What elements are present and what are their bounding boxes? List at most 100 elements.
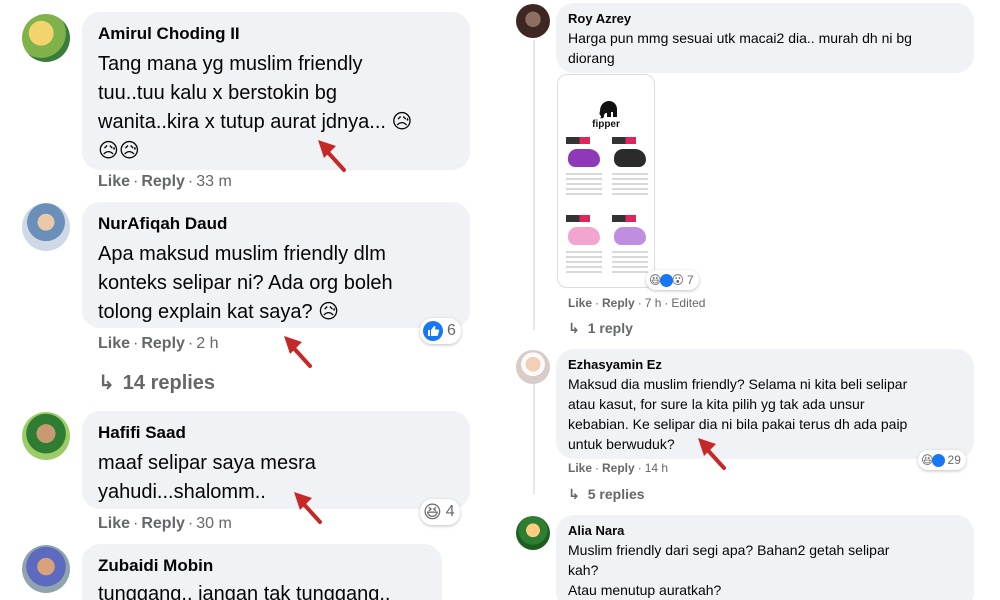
reaction-count: 7	[687, 273, 694, 287]
comment-actions: Like · Reply · 2 h	[98, 335, 219, 352]
black-sandal	[614, 149, 646, 167]
product-tag	[612, 215, 646, 222]
comment-author[interactable]: Ezhasyamin Ez	[568, 357, 962, 372]
product-tile	[564, 135, 604, 205]
reply-link[interactable]: Reply	[141, 515, 185, 532]
comment-text-line: yahudi...shalomm..	[98, 481, 266, 503]
like-link[interactable]: Like	[98, 335, 130, 352]
comment-timestamp[interactable]: 14 h	[645, 461, 668, 475]
comment-actions: Like · Reply · 33 m	[98, 173, 232, 190]
avatar[interactable]	[22, 203, 70, 251]
comment-author[interactable]: Hafifi Saad	[98, 423, 454, 443]
comment-actions: Like · Reply · 7 h · Edited	[568, 296, 706, 310]
wow-reaction-icon: 😮	[671, 273, 685, 287]
comment-text-line: untuk berwuduk?	[568, 436, 675, 452]
product-caption	[566, 173, 602, 195]
reply-link[interactable]: Reply	[141, 173, 185, 190]
comment-text-line: 😥😥	[98, 140, 140, 162]
reply-link[interactable]: Reply	[602, 296, 635, 310]
avatar[interactable]	[516, 350, 550, 384]
product-tag	[566, 215, 600, 222]
like-reaction-icon	[931, 453, 945, 467]
comment-text-line: kebabian. Ke selipar dia ni bila pakai t…	[568, 416, 908, 432]
reply-arrow-icon: ↳	[568, 486, 580, 502]
reaction-summary[interactable]: 6	[420, 318, 461, 344]
reaction-count: 6	[447, 322, 456, 339]
comment-bubble: Alia Nara Muslim friendly dari segi apa?…	[556, 515, 974, 600]
reply-arrow-icon: ↳	[568, 320, 580, 336]
view-replies-link[interactable]: ↳ 5 replies	[568, 486, 645, 503]
product-caption	[566, 251, 602, 273]
product-tag	[612, 137, 646, 144]
comment-timestamp[interactable]: 33 m	[196, 173, 232, 190]
reaction-summary[interactable]: 😆 29	[918, 450, 966, 470]
comment-timestamp[interactable]: 7 h	[645, 296, 662, 310]
comment-text-line: tunggang.. jangan tak tunggang..	[98, 583, 391, 600]
avatar[interactable]	[516, 4, 550, 38]
reaction-count: 4	[445, 503, 455, 520]
comment-text-line: Maksud dia muslim friendly? Selama ni ki…	[568, 376, 908, 392]
avatar[interactable]	[22, 412, 70, 460]
pink-sandal	[568, 227, 600, 245]
product-tile	[610, 213, 650, 283]
comment-author[interactable]: NurAfiqah Daud	[98, 214, 454, 234]
annotation-arrow-icon	[318, 140, 346, 172]
lilac-sandal	[614, 227, 646, 245]
attachment-brand: fipper	[592, 119, 620, 130]
comment-text-line: Tang mana yg muslim friendly	[98, 53, 363, 75]
like-link[interactable]: Like	[98, 515, 130, 532]
replies-count-label: 1 reply	[587, 320, 633, 336]
product-tag	[566, 137, 600, 144]
comment-bubble: NurAfiqah Daud Apa maksud muslim friendl…	[82, 202, 470, 328]
comment-bubble: Zubaidi Mobin tunggang.. jangan tak tung…	[82, 544, 442, 600]
comment-actions: Like · Reply · 30 m	[98, 515, 232, 532]
replies-count-label: 5 replies	[587, 486, 645, 502]
reply-link[interactable]: Reply	[602, 461, 635, 475]
comment-text-line: maaf selipar saya mesra	[98, 452, 316, 474]
comment-text-line: Muslim friendly dari segi apa? Bahan2 ge…	[568, 542, 890, 558]
product-caption	[612, 251, 648, 273]
reply-arrow-icon: ↳	[98, 372, 115, 394]
avatar[interactable]	[516, 516, 550, 550]
purple-sandal	[568, 149, 600, 167]
reaction-summary[interactable]: 😆 😮 7	[646, 270, 699, 290]
comment-timestamp[interactable]: 2 h	[196, 335, 218, 352]
annotation-arrow-icon	[294, 492, 322, 524]
comment-text-line: wanita..kira x tutup aurat jdnya... 😥	[98, 111, 413, 133]
annotation-arrow-icon	[698, 438, 726, 470]
comment-text-line: Apa maksud muslim friendly dlm	[98, 243, 386, 265]
comment-text-line: atau kasut, for sure la kita pilih yg ta…	[568, 396, 865, 412]
edited-label: Edited	[671, 296, 706, 310]
comment-author[interactable]: Roy Azrey	[568, 11, 962, 26]
comment-timestamp[interactable]: 30 m	[196, 515, 232, 532]
view-replies-link[interactable]: ↳ 14 replies	[98, 370, 215, 395]
comment-text-line: kah?	[568, 562, 599, 578]
avatar[interactable]	[22, 14, 70, 62]
comment-author[interactable]: Amirul Choding II	[98, 24, 454, 44]
reply-link[interactable]: Reply	[141, 335, 185, 352]
like-link[interactable]: Like	[568, 296, 592, 310]
comment-text-line: Harga pun mmg sesuai utk macai2 dia.. mu…	[568, 30, 912, 46]
comment-text-line: konteks selipar ni? Ada org boleh	[98, 272, 393, 294]
product-tile	[610, 135, 650, 205]
comment-bubble: Roy Azrey Harga pun mmg sesuai utk macai…	[556, 3, 974, 73]
comment-text-line: tolong explain kat saya? 😥	[98, 301, 339, 323]
reaction-count: 29	[947, 453, 961, 467]
annotation-arrow-icon	[284, 336, 312, 368]
comment-text-line: tuu..tuu kalu x berstokin bg	[98, 82, 338, 104]
comment-bubble: Hafifi Saad maaf selipar saya mesra yahu…	[82, 411, 470, 509]
like-link[interactable]: Like	[568, 461, 592, 475]
attached-image[interactable]: fipper	[557, 74, 655, 288]
reaction-summary[interactable]: 😆 4	[420, 499, 460, 525]
view-replies-link[interactable]: ↳ 1 reply	[568, 320, 633, 337]
avatar[interactable]	[22, 545, 70, 593]
product-caption	[612, 173, 648, 195]
comment-author[interactable]: Alia Nara	[568, 523, 962, 538]
comment-actions: Like · Reply · 14 h	[568, 461, 669, 475]
comment-text-line: Atau menutup auratkah?	[568, 582, 722, 598]
comment-author[interactable]: Zubaidi Mobin	[98, 556, 426, 576]
comment-text-line: diorang	[568, 50, 615, 66]
like-link[interactable]: Like	[98, 173, 130, 190]
thread-line	[533, 384, 535, 494]
comment-bubble: Amirul Choding II Tang mana yg muslim fr…	[82, 12, 470, 170]
